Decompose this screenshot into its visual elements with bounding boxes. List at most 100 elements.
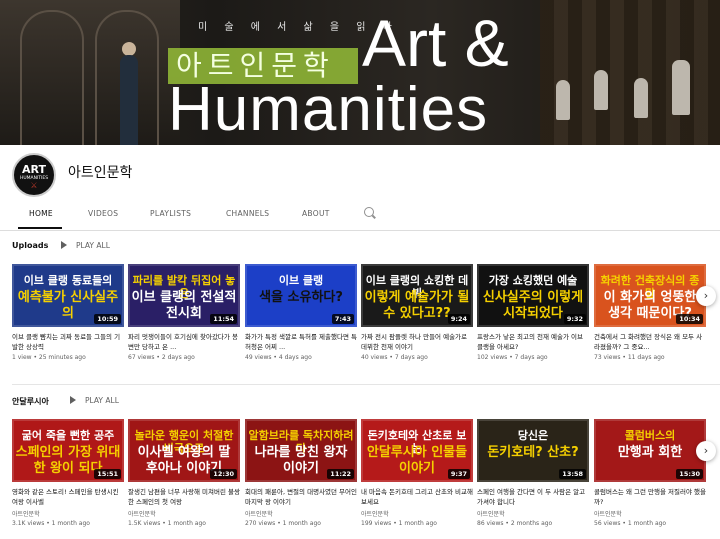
video-thumbnail[interactable]: 화려한 건축장식의 종말 이 화가의 엉뚱한 생각 때문이다? 10:34 <box>594 264 706 327</box>
video-title[interactable]: 콜럼버스는 왜 그런 만행을 저질러야 했을까? <box>594 488 706 507</box>
video-meta: 3.1K views • 1 month ago <box>12 520 90 527</box>
video-title[interactable]: 프랑스가 낳은 최고의 천재 예술가 이브 클랭을 아세요? <box>477 333 589 352</box>
play-all-andalusia[interactable]: PLAY ALL <box>70 396 119 405</box>
video-meta: 56 views • 1 month ago <box>594 520 667 527</box>
video-duration: 10:59 <box>94 314 121 324</box>
video-card[interactable]: 돈키호테와 산초로 보는 안달루시아 인물들 이야기 9:37 내 마음속 돈키호테 … <box>361 419 473 527</box>
video-title[interactable]: 내 마음속 돈키호테 그리고 산초와 비교해 보세요 <box>361 488 473 507</box>
video-duration: 9:32 <box>563 314 586 324</box>
video-meta: 49 views • 4 days ago <box>245 354 312 361</box>
thumbnail-caption: 당신은 <box>517 429 549 442</box>
video-duration: 11:22 <box>327 469 354 479</box>
video-title[interactable]: 파리 멋쟁이들이 호기심에 찾아갔다가 봉변만 당하고 온 ... <box>128 333 240 352</box>
active-tab-indicator <box>18 227 62 229</box>
video-channel[interactable]: 아트인문학 <box>361 509 473 518</box>
video-duration: 12:30 <box>210 469 237 479</box>
video-title[interactable]: 회대의 패륜아, 변절의 대명사였던 무어인 마지막 왕 이야기 <box>245 488 357 507</box>
thumbnail-caption: 가장 쇼킹했던 예술 <box>488 274 578 287</box>
shelf-next-button[interactable]: › <box>696 441 716 461</box>
video-card[interactable]: 가장 쇼킹했던 예술 신사실주의 이렇게 시작되었다 9:32 프랑스가 낳은 최고의… <box>477 264 589 361</box>
video-channel[interactable]: 아트인문학 <box>245 509 357 518</box>
channel-tabs: HOME VIDEOS PLAYLISTS CHANNELS ABOUT <box>0 200 720 231</box>
video-duration: 15:51 <box>94 469 121 479</box>
shelf-next-button[interactable]: › <box>696 286 716 306</box>
video-title[interactable]: 화가가 특정 색깔로 특허를 제출했다면 특허청은 어찌 ... <box>245 333 357 352</box>
section-title-uploads: Uploads <box>12 241 49 250</box>
video-thumbnail[interactable]: 이브 클랭 동료들의 예측불가 신사실주의 10:59 <box>12 264 124 327</box>
banner-person-head <box>122 42 136 56</box>
video-duration: 15:30 <box>676 469 703 479</box>
video-title[interactable]: 잘생긴 남편을 너무 사랑해 미쳐버린 불쌍한 스페인의 첫 여왕 <box>128 488 240 507</box>
tab-about[interactable]: ABOUT <box>302 209 330 218</box>
video-card[interactable]: 알함브라를 독차지하려다 나라를 망친 왕자 이야기 11:22 회대의 패륜아, 변… <box>245 419 357 527</box>
search-icon[interactable] <box>364 207 374 217</box>
play-icon <box>61 241 67 249</box>
video-title[interactable]: 스페인 여행을 간다면 이 두 사람은 알고 가셔야 합니다 <box>477 488 589 507</box>
video-thumbnail[interactable]: 이브 클랭의 쇼킹한 데뷔 이렇게 예술가가 될 수 있다고?? 9:24 <box>361 264 473 327</box>
play-all-label: PLAY ALL <box>76 241 110 250</box>
tab-videos[interactable]: VIDEOS <box>88 209 118 218</box>
video-card[interactable]: 이브 클랭색을 소유하다? 7:43 화가가 특정 색깔로 특허를 제출했다면 특허… <box>245 264 357 361</box>
video-meta: 1 view • 25 minutes ago <box>12 354 86 361</box>
banner-library <box>540 0 720 145</box>
avatar-text: ART <box>22 163 46 176</box>
video-thumbnail[interactable]: 파리를 발칵 뒤집어 놓은 이브 클랭의 전설적 전시회 11:54 <box>128 264 240 327</box>
video-meta: 67 views • 2 days ago <box>128 354 195 361</box>
video-card[interactable]: 이브 클랭의 쇼킹한 데뷔 이렇게 예술가가 될 수 있다고?? 9:24 가짜 전시… <box>361 264 473 361</box>
video-duration: 11:54 <box>210 314 237 324</box>
video-thumbnail[interactable]: 놀라운 행운이 처절한 비극으로 이사벨 여왕의 딸 후아나 이야기 12:30 <box>128 419 240 482</box>
video-duration: 7:43 <box>331 314 354 324</box>
thumbnail-caption: 이브 클랭 동료들의 <box>23 274 113 287</box>
video-meta: 1.5K views • 1 month ago <box>128 520 206 527</box>
video-card[interactable]: 이브 클랭 동료들의 예측불가 신사실주의 10:59 이브 클랭 뺨치는 괴짜 동료… <box>12 264 124 361</box>
banner-title-en-2: Humanities <box>168 75 489 144</box>
video-channel[interactable]: 아트인문학 <box>477 509 589 518</box>
thumbnail-headline: 색을 소유하다? <box>259 290 343 305</box>
video-title[interactable]: 가짜 전시 팜플렛 하나 만들어 예술가로 데뷔한 천재 이야기 <box>361 333 473 352</box>
banner-person <box>120 55 138 145</box>
play-all-label: PLAY ALL <box>85 396 119 405</box>
video-duration: 9:24 <box>447 314 470 324</box>
tab-home[interactable]: HOME <box>29 209 53 218</box>
video-thumbnail[interactable]: 당신은 돈키호테? 산초? 13:58 <box>477 419 589 482</box>
video-duration: 10:34 <box>676 314 703 324</box>
avatar-emblem: ⚔ <box>30 181 38 190</box>
video-card[interactable]: 파리를 발칵 뒤집어 놓은 이브 클랭의 전설적 전시회 11:54 파리 멋쟁이들이… <box>128 264 240 361</box>
video-meta: 73 views • 11 days ago <box>594 354 665 361</box>
video-channel[interactable]: 아트인문학 <box>12 509 124 518</box>
thumbnail-headline: 만행과 회한 <box>617 445 683 460</box>
video-meta: 270 views • 1 month ago <box>245 520 321 527</box>
video-thumbnail[interactable]: 콜럼버스의 만행과 회한 15:30 <box>594 419 706 482</box>
video-title[interactable]: 이브 클랭 뺨치는 괴짜 동료들 그들의 기발한 상상력 <box>12 333 124 352</box>
video-channel[interactable]: 아트인문학 <box>128 509 240 518</box>
channel-banner: 미 술 에 서 삶 을 읽 다 아트인문학 Art & Humanities <box>0 0 720 145</box>
banner-bust <box>594 70 608 110</box>
video-thumbnail[interactable]: 알함브라를 독차지하려다 나라를 망친 왕자 이야기 11:22 <box>245 419 357 482</box>
banner-title-en-1: Art & <box>362 6 509 80</box>
video-duration: 9:37 <box>447 469 470 479</box>
video-thumbnail[interactable]: 돈키호테와 산초로 보는 안달루시아 인물들 이야기 9:37 <box>361 419 473 482</box>
video-thumbnail[interactable]: 굶어 죽을 뻔한 공주 스페인의 가장 위대한 왕이 되다 15:51 <box>12 419 124 482</box>
channel-name: 아트인문학 <box>68 165 133 181</box>
video-title[interactable]: 건축에서 그 화려했던 장식은 왜 모두 사라졌을까? 그 중요... <box>594 333 706 352</box>
video-card[interactable]: 콜럼버스의 만행과 회한 15:30 콜럼버스는 왜 그런 만행을 저질러야 했을까?… <box>594 419 706 527</box>
video-channel[interactable]: 아트인문학 <box>594 509 706 518</box>
video-thumbnail[interactable]: 가장 쇼킹했던 예술 신사실주의 이렇게 시작되었다 9:32 <box>477 264 589 327</box>
video-card[interactable]: 화려한 건축장식의 종말 이 화가의 엉뚱한 생각 때문이다? 10:34 건축에서 … <box>594 264 706 361</box>
video-thumbnail[interactable]: 이브 클랭색을 소유하다? 7:43 <box>245 264 357 327</box>
video-card[interactable]: 놀라운 행운이 처절한 비극으로 이사벨 여왕의 딸 후아나 이야기 12:30 잘생… <box>128 419 240 527</box>
video-meta: 86 views • 2 months ago <box>477 520 553 527</box>
thumbnail-caption: 이브 클랭 <box>278 274 324 287</box>
video-card[interactable]: 당신은 돈키호테? 산초? 13:58 스페인 여행을 간다면 이 두 사람은 알고 … <box>477 419 589 527</box>
thumbnail-headline: 돈키호테? 산초? <box>487 445 579 460</box>
tab-channels[interactable]: CHANNELS <box>226 209 269 218</box>
thumbnail-caption: 굶어 죽을 뻔한 공주 <box>21 429 115 442</box>
section-title-andalusia: 안달루시아 <box>12 397 49 406</box>
tab-playlists[interactable]: PLAYLISTS <box>150 209 191 218</box>
play-all-uploads[interactable]: PLAY ALL <box>61 241 110 250</box>
section-divider <box>12 384 720 385</box>
channel-avatar[interactable]: ART HUMANITIES ⚔ <box>12 153 56 197</box>
video-title[interactable]: 영화와 같은 스토리! 스페인을 탄생시킨 여왕 이사벨 <box>12 488 124 507</box>
video-card[interactable]: 굶어 죽을 뻔한 공주 스페인의 가장 위대한 왕이 되다 15:51 영화와 같은 … <box>12 419 124 527</box>
video-meta: 40 views • 7 days ago <box>361 354 428 361</box>
